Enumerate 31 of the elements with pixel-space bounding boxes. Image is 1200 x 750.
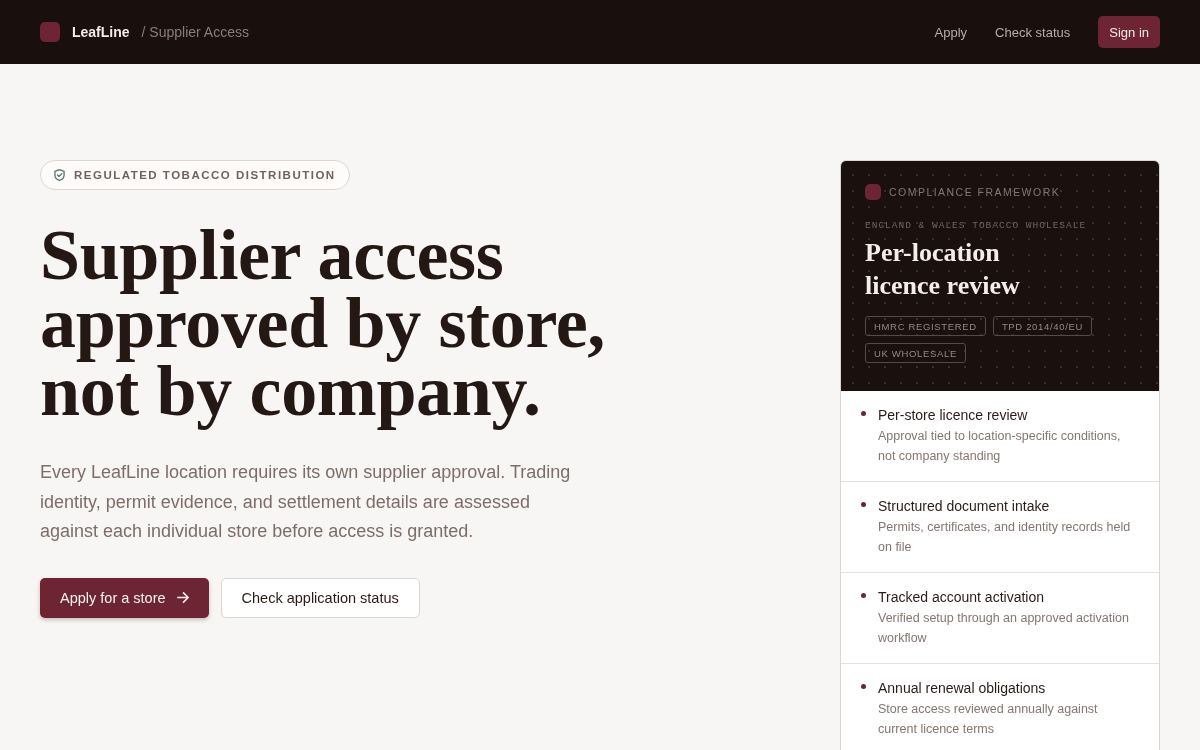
compliance-tag: HMRC REGISTERED	[865, 316, 986, 336]
card-title: Per-location licence review	[865, 237, 1021, 302]
hero-heading: Supplier access approved by store, not by company.	[40, 215, 606, 433]
bullet-icon	[861, 411, 866, 416]
item-description: Verified setup through an approved activation workflow	[878, 610, 1130, 647]
bullet-icon	[861, 593, 866, 598]
apply-button[interactable]: Apply for a store	[40, 577, 209, 618]
kicker-label: ENGLAND & WALES TOBACCO WHOLESALE	[865, 220, 1088, 231]
item-title: Annual renewal obligations	[878, 679, 1047, 698]
item-description: Permits, certificates, and identity records held on file	[878, 519, 1132, 556]
brand-name: LeafLine	[72, 24, 130, 40]
nav-link[interactable]: Check status	[995, 24, 1071, 40]
category-label: REGULATED TOBACCO DISTRIBUTION	[74, 169, 336, 181]
compliance-tag: TPD 2014/40/EU	[992, 316, 1092, 336]
shield-check-icon	[54, 169, 65, 181]
item-description: Store access reviewed annually against current licence terms	[878, 701, 1099, 738]
item-description: Approval tied to location-specific conditions, not company standing	[878, 428, 1122, 465]
bullet-icon	[861, 502, 866, 507]
logo-icon	[40, 22, 60, 42]
arrow-right-icon	[176, 592, 189, 603]
hero-description: Every LeafLine location requires its own supplier approval. Trading identity, permit evidence, and settlement details are assessed against each individual store before access is granted.	[40, 461, 572, 543]
item-title: Structured document intake	[878, 497, 1051, 516]
compliance-tag: UK WHOLESALE	[865, 343, 966, 363]
bullet-icon	[861, 684, 866, 689]
item-title: Per-store licence review	[878, 406, 1029, 425]
check-status-button[interactable]: Check application status	[220, 577, 420, 618]
nav-link[interactable]: Apply	[934, 24, 968, 40]
sign-in-button[interactable]: Sign in	[1098, 16, 1160, 48]
eyebrow-label: COMPLIANCE FRAMEWORK	[889, 186, 1061, 198]
breadcrumb: / Supplier Access	[141, 24, 249, 40]
item-title: Tracked account activation	[878, 588, 1045, 607]
